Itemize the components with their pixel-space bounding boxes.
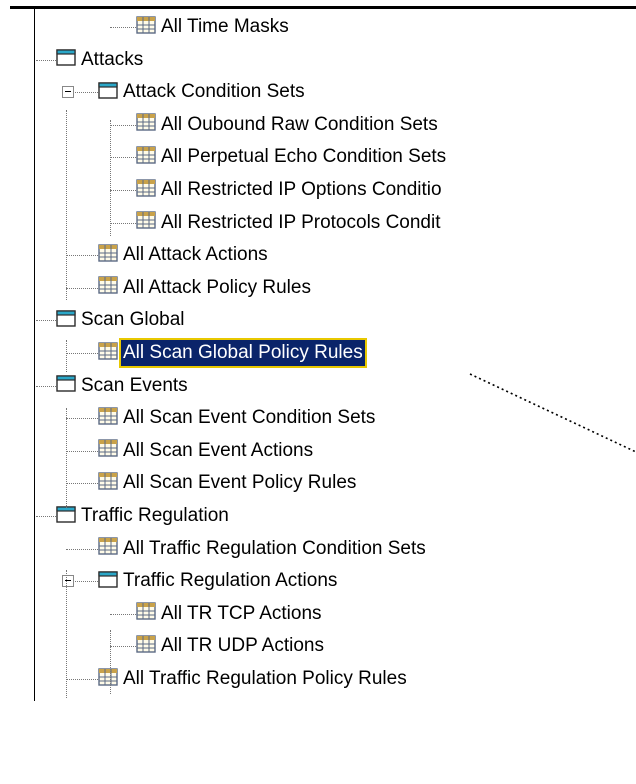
callout-line: [469, 373, 636, 453]
